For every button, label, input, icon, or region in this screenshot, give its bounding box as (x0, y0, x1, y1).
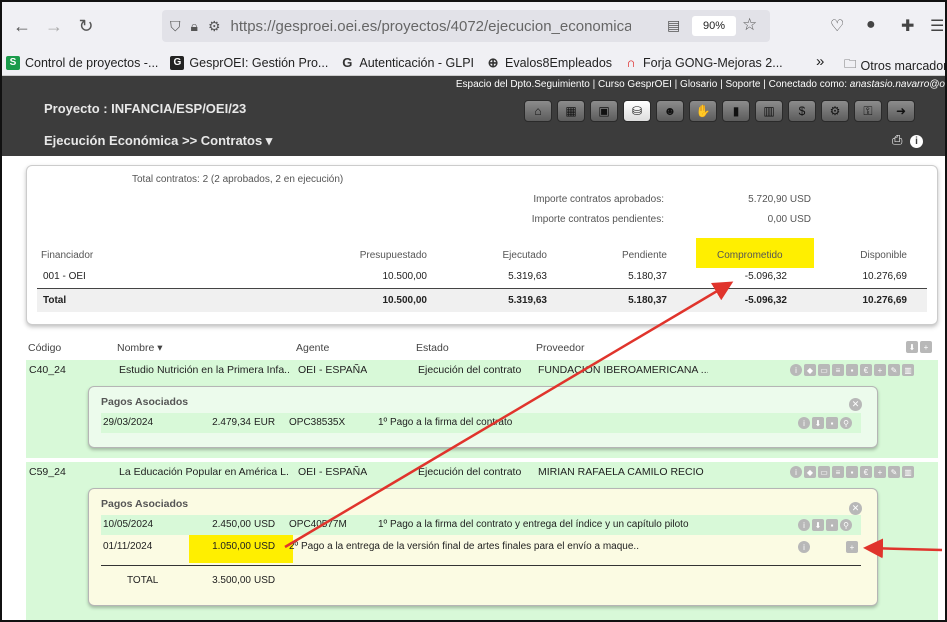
annotation-arrow (284, 281, 734, 549)
screenshot-frame: ← → ↻ ⛉ 🔒︎ ⚙ https://gesproei.oei.es/pro… (0, 0, 947, 622)
annotation-arrows (284, 281, 943, 559)
annotation-arrow (863, 538, 943, 559)
